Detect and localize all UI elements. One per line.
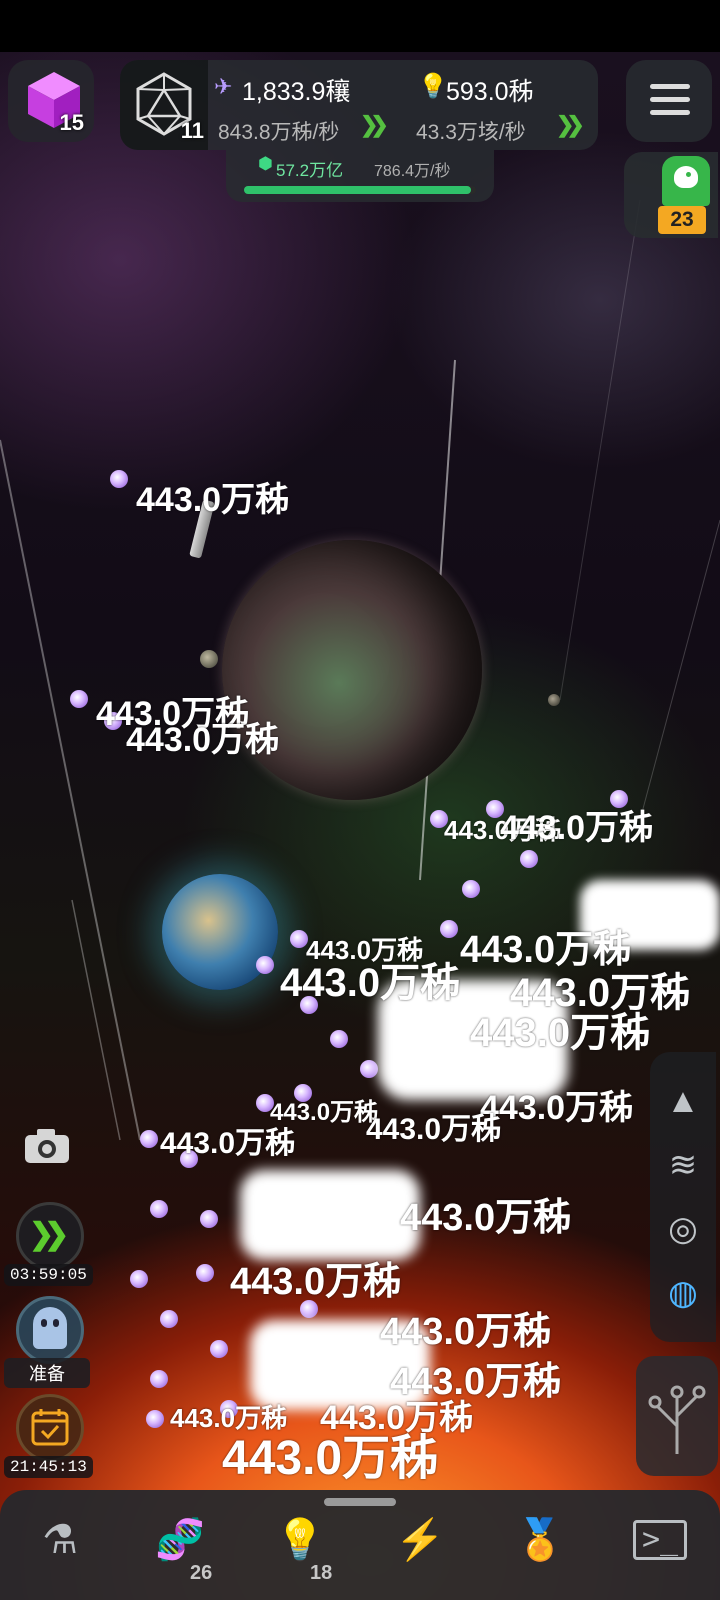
d20-button[interactable]: 11 [120, 60, 208, 150]
floating-value: 443.0万秭 [280, 961, 461, 1005]
camera-button[interactable] [22, 1126, 72, 1166]
d20-level: 11 [180, 118, 204, 143]
energy-rate: 843.8万秭/秒 [218, 121, 340, 144]
boost-arrows-icon[interactable]: ❯❯ [556, 112, 585, 138]
energy-value: 1,833.9穰 [242, 78, 351, 106]
mountain-icon[interactable]: ▲ [662, 1080, 704, 1122]
fast-forward-icon: ❯❯ [29, 1218, 69, 1251]
space-scene: 443.0万秭 443.0万秭 443.0万秭 443.0万秭 443.0万秭 … [0, 0, 720, 1600]
gem-rate: 786.4万/秒 [374, 163, 451, 180]
ship-icon: ✈ [214, 74, 233, 99]
floating-value: 443.0万秭 [230, 1261, 402, 1303]
resource-panel: 11 ✈ 1,833.9穰 💡 593.0秭 843.8万秭/秒 ❯❯ 43.3… [120, 60, 598, 150]
waves-icon[interactable]: ≋ [662, 1144, 704, 1186]
layer-rail: ▲ ≋ ◎ ◍ [650, 1052, 716, 1342]
calendar-timer: 21:45:13 [4, 1456, 93, 1478]
ship [210, 1340, 228, 1358]
dino-count-badge: 23 [658, 206, 706, 234]
floating-value: 443.0万秭 [366, 1113, 502, 1146]
hamburger-icon [650, 84, 690, 115]
ship [140, 1130, 158, 1148]
gem-value: 57.2万亿 [276, 161, 344, 180]
nav-dna[interactable]: 🧬 26 [120, 1490, 240, 1600]
bottom-nav: ⚗ 🧬 26 💡 18 ⚡ 🏅 >_ [0, 1490, 720, 1600]
ship [150, 1370, 168, 1388]
floating-value: 443.0万秭 [222, 1432, 439, 1485]
floating-value: 443.0万秭 [380, 1311, 552, 1353]
ship [520, 850, 538, 868]
ideas-rate: 43.3万垓/秒 [416, 121, 526, 144]
floating-value: 443.0万秭 [126, 721, 280, 759]
floating-value: 443.0万秭 [500, 809, 654, 847]
lightbulb-icon: 💡 [418, 73, 448, 100]
planet-large[interactable] [222, 540, 482, 800]
swarm-glow [240, 1170, 420, 1260]
dna-icon: 🧬 [155, 1518, 205, 1562]
dino-icon [662, 156, 710, 206]
floating-value: 443.0万秭 [160, 1127, 296, 1160]
ghost-status-label: 准备 [4, 1358, 90, 1388]
menu-button[interactable] [626, 60, 712, 142]
tech-tree-button[interactable] [636, 1356, 718, 1476]
terminal-icon: >_ [600, 1518, 720, 1562]
cube-button[interactable]: 15 [8, 60, 94, 142]
nav-achievements[interactable]: 🏅 [480, 1490, 600, 1600]
nav-ideas[interactable]: 💡 18 [240, 1490, 360, 1600]
calendar-icon [31, 1409, 69, 1446]
ideas-value: 593.0秭 [446, 78, 534, 106]
calendar-button[interactable] [16, 1394, 84, 1462]
floating-value: 443.0万秭 [400, 1197, 572, 1239]
ship [440, 920, 458, 938]
ship [200, 1210, 218, 1228]
ship [196, 1264, 214, 1282]
gem-panel: ⬢ 57.2万亿 786.4万/秒 [226, 150, 494, 202]
floating-value: 443.0万秭 [136, 481, 290, 519]
globe-icon[interactable]: ◍ [662, 1272, 704, 1314]
ship [130, 1270, 148, 1288]
ship [160, 1310, 178, 1328]
moon-tiny [548, 694, 560, 706]
ghost-icon [33, 1307, 67, 1349]
floating-value: 443.0万秭 [470, 1011, 651, 1055]
dino-button[interactable]: 23 [624, 152, 718, 238]
nav-power[interactable]: ⚡ [360, 1490, 480, 1600]
ghost-button[interactable] [16, 1296, 84, 1364]
ship [360, 1060, 378, 1078]
speed-timer: 03:59:05 [4, 1264, 93, 1286]
cell-icon[interactable]: ◎ [662, 1208, 704, 1250]
ship [462, 880, 480, 898]
floating-value: 443.0万秭 [480, 1089, 634, 1127]
lightbulb-icon: 💡 [275, 1518, 325, 1562]
medal-icon: 🏅 [515, 1518, 565, 1562]
dna-count: 26 [190, 1562, 213, 1584]
lightning-icon: ⚡ [395, 1518, 445, 1562]
ship [110, 470, 128, 488]
gem-progress-fill [244, 186, 472, 194]
ideas-count: 18 [310, 1562, 333, 1584]
camera-icon [25, 1129, 69, 1163]
ship [330, 1030, 348, 1048]
gem-icon: ⬢ [258, 154, 273, 173]
nav-terminal[interactable]: >_ [600, 1490, 720, 1600]
gem-progress-bar [244, 186, 476, 194]
speed-boost-button[interactable]: ❯❯ [16, 1202, 84, 1270]
tree-icon [648, 1385, 706, 1454]
ship [70, 690, 88, 708]
boost-arrows-icon[interactable]: ❯❯ [360, 112, 389, 138]
ship [146, 1410, 164, 1428]
nav-lab[interactable]: ⚗ [0, 1490, 120, 1600]
cube-level: 15 [59, 110, 84, 135]
moon-small [200, 650, 218, 668]
ship [256, 956, 274, 974]
flask-icon: ⚗ [42, 1518, 78, 1562]
ship [150, 1200, 168, 1218]
